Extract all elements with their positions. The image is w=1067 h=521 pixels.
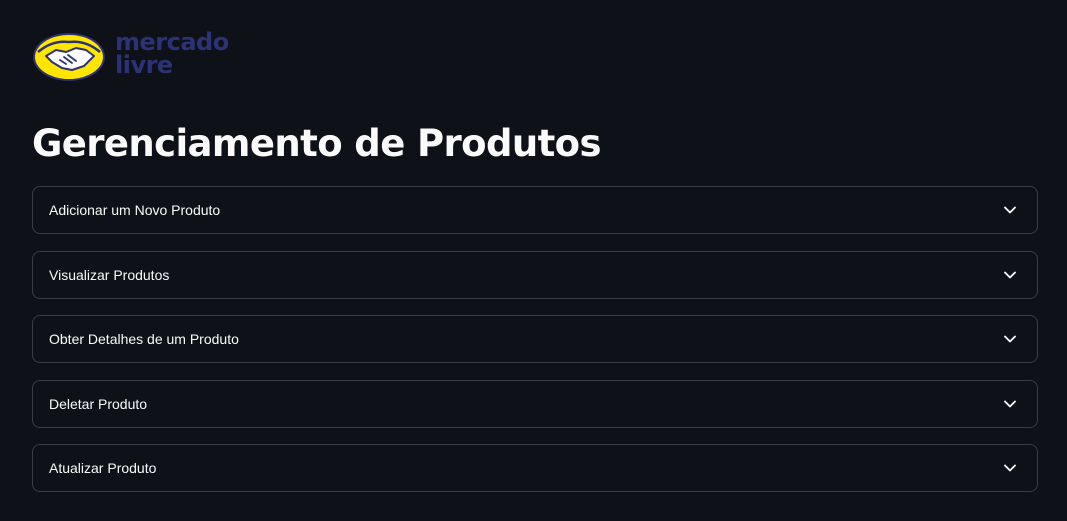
logo-wordmark: mercado livre — [115, 30, 229, 79]
expander-delete-product[interactable]: Deletar Produto — [32, 379, 1038, 428]
expander-update-product[interactable]: Atualizar Produto — [32, 444, 1038, 492]
page-title: Gerenciamento de Produtos — [32, 122, 602, 165]
expander-label: Atualizar Produto — [49, 460, 157, 476]
mercado-livre-logo: mercado livre — [32, 30, 242, 86]
expander-add-product[interactable]: Adicionar um Novo Produto — [32, 186, 1038, 234]
expander-label: Deletar Produto — [49, 395, 148, 412]
expander-view-products[interactable]: Visualizar Produtos — [32, 250, 1038, 299]
chevron-down-icon — [1003, 203, 1017, 217]
expander-list: Adicionar um Novo Produto Visualizar Pro… — [32, 186, 1038, 509]
chevron-down-icon — [1003, 332, 1017, 346]
chevron-down-icon — [1003, 268, 1017, 282]
expander-label: Obter Detalhes de um Produto — [49, 331, 239, 347]
handshake-logo-icon — [33, 33, 105, 81]
expander-product-details[interactable]: Obter Detalhes de um Produto — [32, 315, 1038, 363]
expander-label: Visualizar Produtos — [49, 266, 170, 283]
logo-line-2: livre — [115, 51, 173, 79]
chevron-down-icon — [1003, 397, 1017, 411]
expander-label: Adicionar um Novo Produto — [49, 202, 221, 218]
chevron-down-icon — [1003, 461, 1017, 475]
